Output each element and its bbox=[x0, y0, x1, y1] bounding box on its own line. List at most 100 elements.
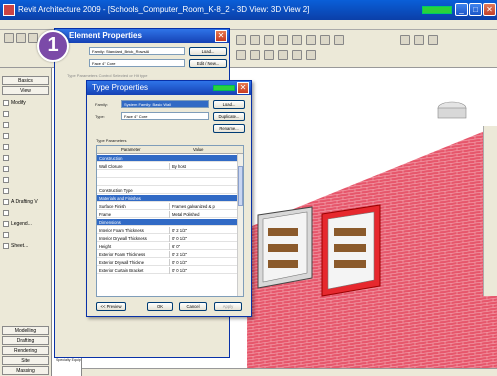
tool-icon bbox=[3, 143, 9, 150]
toolbar-tool-icon[interactable] bbox=[414, 35, 424, 45]
view-control-strip[interactable] bbox=[483, 126, 497, 296]
parameter-value[interactable]: Frames galvanized & p bbox=[169, 203, 235, 210]
element-type-combo[interactable]: Face 4" Core bbox=[89, 59, 185, 67]
type-type-combo[interactable]: Face 4" Core bbox=[121, 112, 209, 120]
parameter-row[interactable]: Construction Type bbox=[97, 187, 239, 194]
new-file-icon[interactable] bbox=[4, 33, 14, 43]
type-parameters-label: Type Parameters bbox=[96, 138, 127, 143]
type-load-button[interactable]: Load... bbox=[213, 100, 245, 109]
parameter-row[interactable] bbox=[97, 171, 239, 178]
toolbar-tool-icon[interactable] bbox=[250, 35, 260, 45]
parameter-row[interactable]: Interior Foam Thickness 0' 2 1/2" bbox=[97, 227, 239, 234]
type-duplicate-button[interactable]: Duplicate... bbox=[213, 112, 245, 121]
parameter-group-row[interactable]: Materials and Finishes bbox=[97, 195, 239, 202]
parameter-value[interactable]: 0' 2 1/2" bbox=[169, 227, 235, 234]
parameter-value[interactable]: 0' 2 1/2" bbox=[169, 251, 235, 258]
design-bar-tab-basics[interactable]: Basics bbox=[2, 76, 49, 85]
design-bar-item[interactable] bbox=[3, 164, 51, 175]
preview-button[interactable]: << Preview bbox=[96, 302, 126, 311]
element-load-button[interactable]: Load... bbox=[189, 47, 227, 56]
parameter-row[interactable]: Wall Closure By host bbox=[97, 163, 239, 170]
browser-tree-item[interactable]: Specialty Equip bbox=[56, 358, 82, 363]
window-red-frame[interactable] bbox=[321, 204, 381, 297]
design-bar-item[interactable] bbox=[3, 153, 51, 164]
design-bar-tab-massing[interactable]: Massing bbox=[2, 366, 49, 375]
design-bar-tab-view[interactable]: View bbox=[2, 86, 49, 95]
parameter-value[interactable]: 6' 0" bbox=[169, 243, 235, 250]
parameter-row[interactable]: Interior Drywall Thickness 0' 0 1/2" bbox=[97, 235, 239, 242]
toolbar-tool-icon[interactable] bbox=[292, 50, 302, 60]
type-parameters-header: Parameter Value bbox=[97, 146, 243, 154]
type-type-label: Type: bbox=[95, 114, 105, 119]
parameter-row[interactable]: Surface Finish Frames galvanized & p bbox=[97, 203, 239, 210]
minimize-icon[interactable]: _ bbox=[455, 3, 468, 16]
type-properties-close-icon[interactable]: ✕ bbox=[237, 82, 249, 94]
close-icon[interactable]: ✕ bbox=[483, 3, 496, 16]
ok-button[interactable]: OK bbox=[147, 302, 173, 311]
design-bar: Basics View Modify A Drafting V Legend... S… bbox=[0, 68, 52, 376]
revit-logo-icon[interactable] bbox=[3, 4, 15, 16]
design-bar-item[interactable] bbox=[3, 208, 51, 219]
window-grey-frame[interactable] bbox=[257, 206, 313, 289]
design-bar-item[interactable] bbox=[3, 186, 51, 197]
parameter-row[interactable]: Exterior Drywall Thickne 0' 0 1/2" bbox=[97, 259, 239, 266]
apply-button[interactable]: Apply bbox=[214, 302, 242, 311]
type-parameters-scrollbar[interactable] bbox=[237, 154, 243, 296]
design-bar-item[interactable] bbox=[3, 175, 51, 186]
parameter-group-row[interactable]: Dimensions bbox=[97, 219, 239, 226]
design-bar-item[interactable] bbox=[3, 120, 51, 131]
parameter-group-row[interactable]: Construction bbox=[97, 155, 239, 162]
parameter-value[interactable]: Metal Polished bbox=[169, 211, 235, 218]
design-bar-tab-site[interactable]: Site bbox=[2, 356, 49, 365]
toolbar-tool-icon[interactable] bbox=[306, 50, 316, 60]
toolbar-tool-icon[interactable] bbox=[278, 50, 288, 60]
toolbar-tool-icon[interactable] bbox=[264, 35, 274, 45]
design-bar-item[interactable] bbox=[3, 109, 51, 120]
parameter-row[interactable]: Exterior Curtain Bracket 0' 0 1/2" bbox=[97, 267, 239, 274]
type-properties-minimize-icon[interactable] bbox=[213, 85, 235, 91]
toolbar-tool-icon[interactable] bbox=[236, 35, 246, 45]
design-bar-item[interactable]: Modify bbox=[3, 98, 51, 109]
parameter-value[interactable]: 0' 0 1/2" bbox=[169, 267, 235, 274]
design-bar-tab-modelling[interactable]: Modelling bbox=[2, 326, 49, 335]
design-bar-item-label: Modify bbox=[11, 100, 26, 106]
toolbar-tool-icon[interactable] bbox=[428, 35, 438, 45]
toolbar-tool-icon[interactable] bbox=[334, 35, 344, 45]
design-bar-item[interactable] bbox=[3, 230, 51, 241]
design-bar-item[interactable]: Sheet... bbox=[3, 241, 51, 252]
parameter-name: Frame bbox=[99, 212, 112, 217]
toolbar-tool-icon[interactable] bbox=[236, 50, 246, 60]
design-bar-item[interactable]: Legend... bbox=[3, 219, 51, 230]
design-bar-tab-rendering[interactable]: Rendering bbox=[2, 346, 49, 355]
design-bar-tab-drafting[interactable]: Drafting bbox=[2, 336, 49, 345]
open-file-icon[interactable] bbox=[16, 33, 26, 43]
scrollbar-thumb[interactable] bbox=[238, 166, 243, 206]
parameter-row[interactable]: Exterior Foam Thickness 0' 2 1/2" bbox=[97, 251, 239, 258]
toolbar-tool-icon[interactable] bbox=[292, 35, 302, 45]
element-edit-new-button[interactable]: Edit / New... bbox=[189, 59, 227, 68]
design-bar-item[interactable] bbox=[3, 142, 51, 153]
tool-icon bbox=[3, 99, 9, 106]
design-bar-item[interactable]: A Drafting V bbox=[3, 197, 51, 208]
cancel-button[interactable]: Cancel bbox=[179, 302, 207, 311]
element-properties-title: Element Properties bbox=[55, 29, 229, 43]
column-header-value: Value bbox=[193, 147, 204, 152]
type-family-combo[interactable]: System Family: Basic Wall bbox=[121, 100, 209, 108]
parameter-value[interactable]: 0' 0 1/2" bbox=[169, 235, 235, 242]
toolbar-tool-icon[interactable] bbox=[264, 50, 274, 60]
toolbar-tool-icon[interactable] bbox=[250, 50, 260, 60]
parameter-value[interactable]: 0' 0 1/2" bbox=[169, 259, 235, 266]
element-properties-close-icon[interactable]: ✕ bbox=[215, 30, 227, 42]
toolbar-tool-icon[interactable] bbox=[400, 35, 410, 45]
toolbar-tool-icon[interactable] bbox=[320, 35, 330, 45]
parameter-row[interactable] bbox=[97, 179, 239, 186]
parameter-row[interactable]: Height 6' 0" bbox=[97, 243, 239, 250]
type-rename-button[interactable]: Rename... bbox=[213, 124, 245, 133]
toolbar-tool-icon[interactable] bbox=[278, 35, 288, 45]
parameter-value[interactable]: By host bbox=[169, 163, 235, 170]
maximize-icon[interactable]: □ bbox=[469, 3, 482, 16]
design-bar-item[interactable] bbox=[3, 131, 51, 142]
parameter-row[interactable]: Frame Metal Polished bbox=[97, 211, 239, 218]
toolbar-tool-icon[interactable] bbox=[306, 35, 316, 45]
element-family-combo[interactable]: Family: Standard_Brick_RowsAl bbox=[89, 47, 185, 55]
